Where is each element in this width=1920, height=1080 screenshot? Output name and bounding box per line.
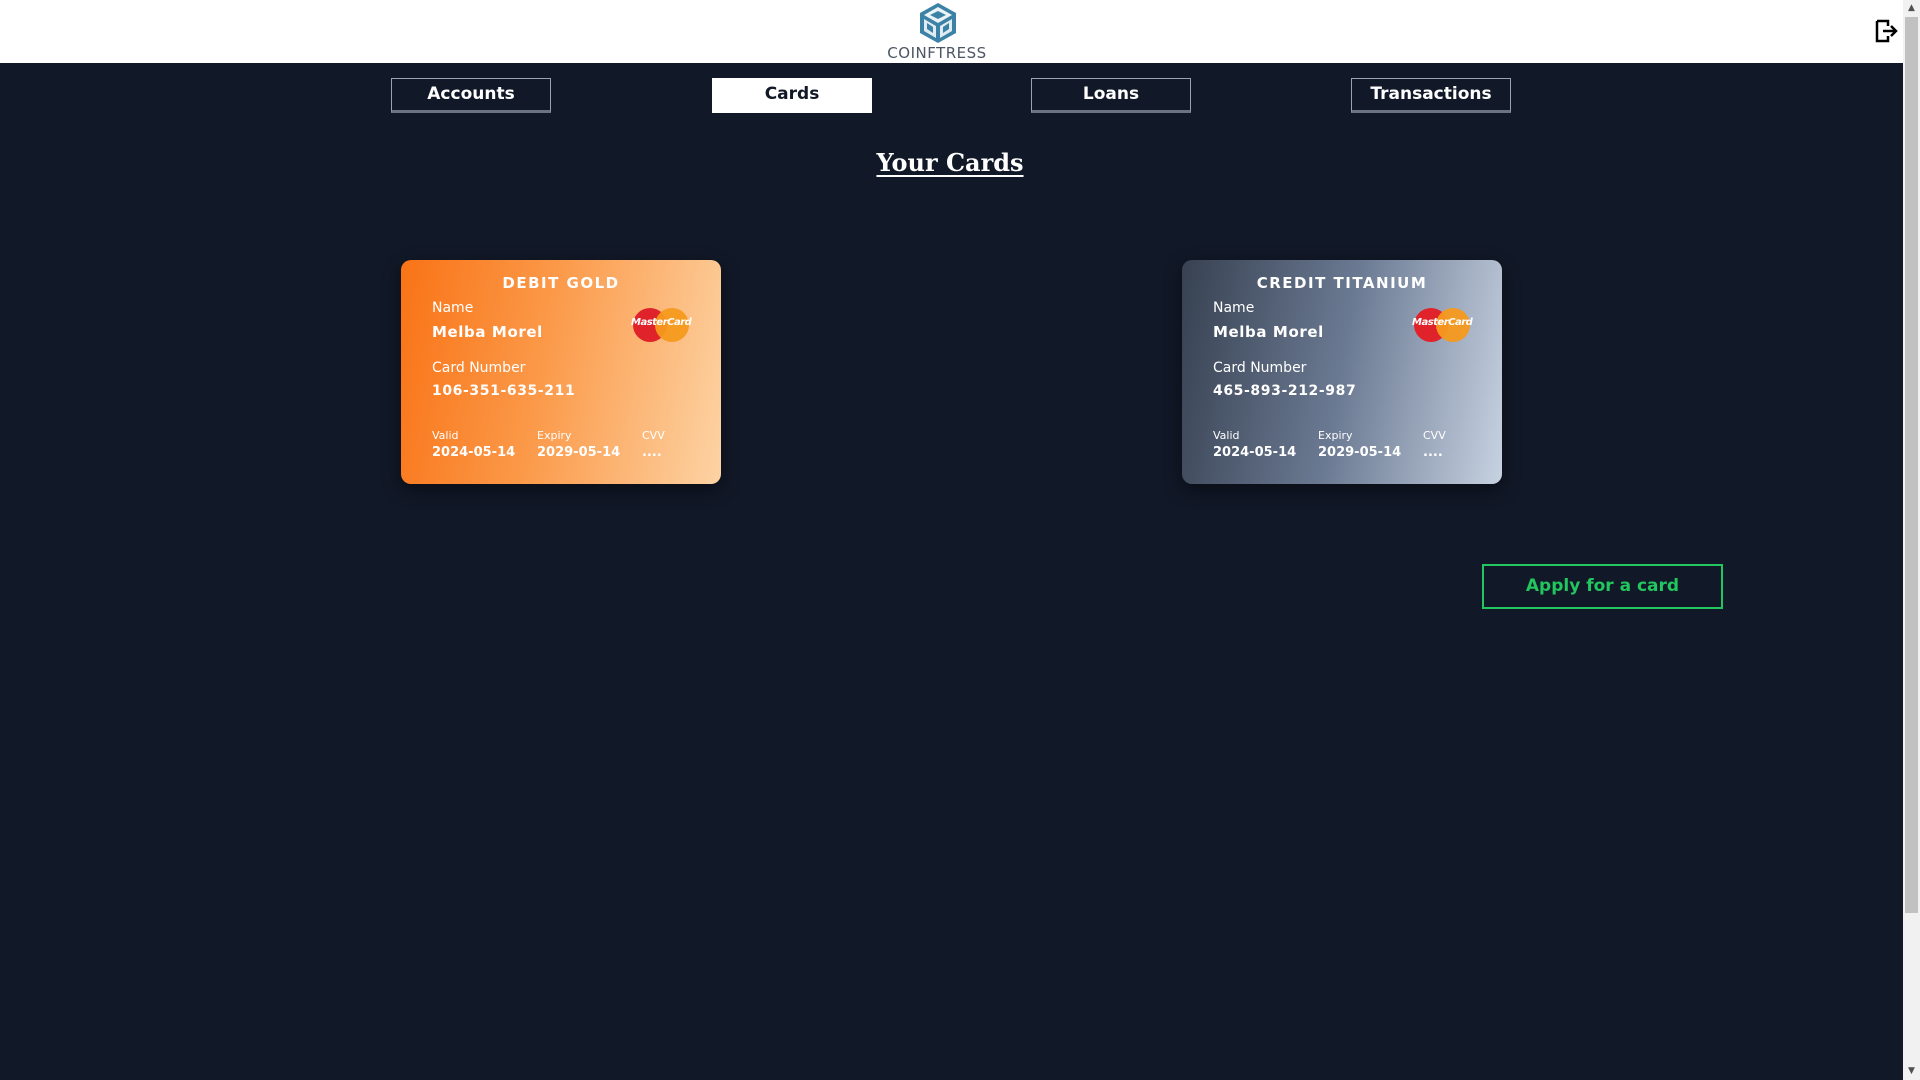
card-type: DEBIT GOLD — [502, 274, 620, 292]
card-number: 106-351-635-211 — [432, 383, 576, 399]
tab-transactions[interactable]: Transactions — [1351, 78, 1511, 113]
logout-icon[interactable] — [1873, 18, 1899, 44]
card-expiry-label: Expiry — [1318, 429, 1353, 442]
card-valid-date: 2024-05-14 — [432, 445, 516, 460]
tab-accounts[interactable]: Accounts — [391, 78, 551, 113]
mastercard-logo-text: MasterCard — [1412, 317, 1473, 328]
card-type: CREDIT TITANIUM — [1256, 274, 1428, 292]
card-valid-label: Valid — [432, 429, 459, 442]
scroll-thumb[interactable] — [1905, 17, 1918, 913]
card-expiry-label: Expiry — [537, 429, 572, 442]
apply-for-card-button[interactable]: Apply for a card — [1482, 564, 1723, 609]
vertical-scrollbar[interactable]: ▲ ▼ — [1903, 0, 1920, 1080]
card-valid-date: 2024-05-14 — [1213, 445, 1297, 460]
card-number-label: Card Number — [432, 360, 526, 376]
card-cvv-label: CVV — [1423, 429, 1446, 442]
tab-loans[interactable]: Loans — [1031, 78, 1191, 113]
fortress-cube-icon — [920, 3, 956, 43]
top-header: COINFTRESS — [0, 0, 1903, 63]
brand-name: COINFTRESS — [887, 44, 987, 62]
card-cvv: .... — [642, 445, 662, 460]
card-number: 465-893-212-987 — [1213, 383, 1357, 399]
card-valid-label: Valid — [1213, 429, 1240, 442]
mastercard-logo-text: MasterCard — [631, 317, 692, 328]
card-cvv: .... — [1423, 445, 1443, 460]
card-holder-name: Melba Morel — [432, 323, 543, 341]
scroll-up-arrow-icon[interactable]: ▲ — [1903, 0, 1920, 17]
card-expiry-date: 2029-05-14 — [537, 445, 621, 460]
card-debit-gold[interactable]: DEBIT GOLD Name Melba Morel Card Number … — [401, 260, 721, 484]
mastercard-icon: MasterCard — [631, 305, 692, 345]
card-number-label: Card Number — [1213, 360, 1307, 376]
tab-cards[interactable]: Cards — [712, 78, 872, 113]
page-title: Your Cards — [876, 148, 1024, 177]
mastercard-icon: MasterCard — [1412, 305, 1473, 345]
card-expiry-date: 2029-05-14 — [1318, 445, 1402, 460]
app-viewport: COINFTRESS Accounts Cards Loans Transact… — [0, 0, 1903, 1080]
card-cvv-label: CVV — [642, 429, 665, 442]
card-name-label: Name — [1213, 300, 1255, 316]
card-holder-name: Melba Morel — [1213, 323, 1324, 341]
card-name-label: Name — [432, 300, 474, 316]
card-credit-titanium[interactable]: CREDIT TITANIUM Name Melba Morel Card Nu… — [1182, 260, 1502, 484]
scroll-down-arrow-icon[interactable]: ▼ — [1903, 1063, 1920, 1080]
brand[interactable]: COINFTRESS — [870, 0, 1004, 63]
